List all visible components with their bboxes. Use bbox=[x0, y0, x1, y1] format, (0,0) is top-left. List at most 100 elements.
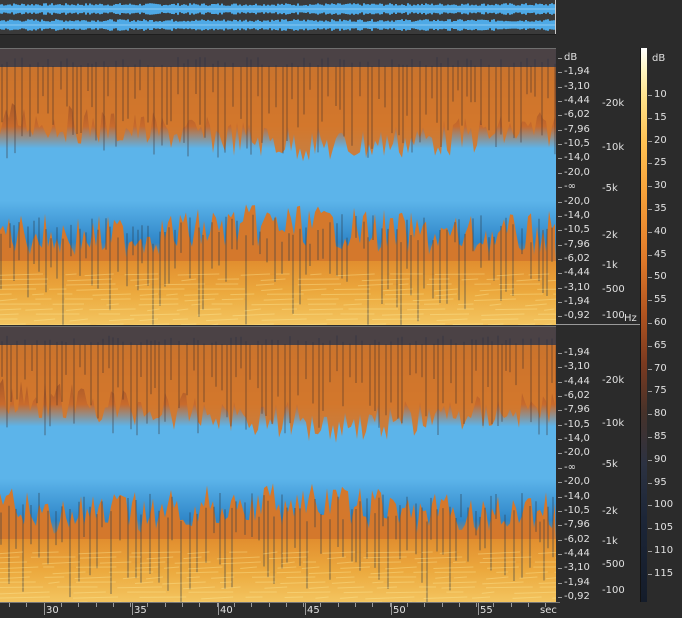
tick-mark bbox=[648, 95, 652, 96]
time-minor-tick bbox=[112, 603, 114, 607]
time-minor-tick bbox=[9, 603, 10, 607]
tick-mark bbox=[558, 172, 562, 174]
tick-mark bbox=[648, 163, 652, 165]
db-tick-label: -1,94 bbox=[564, 347, 590, 358]
tick-mark bbox=[558, 525, 562, 527]
time-minor-tick bbox=[458, 603, 460, 607]
color-scale-ruler: dB 10 15 20 25 30 35 40 45 50 55 60 65 70 75 80 85 90 95 10… bbox=[648, 48, 682, 602]
db-tick-label: -10,5 bbox=[564, 418, 590, 430]
db-tick-label: -20,0 bbox=[564, 476, 590, 488]
time-tick-label: 40 bbox=[220, 605, 233, 616]
tick-mark bbox=[558, 482, 562, 484]
tick-mark bbox=[648, 323, 652, 324]
time-ruler[interactable]: 30 35 40 45 50 55 sec bbox=[0, 602, 560, 618]
tick-mark bbox=[558, 582, 562, 584]
color-scale-tick-label: 75 bbox=[654, 385, 667, 397]
tick-mark bbox=[558, 496, 562, 498]
db-tick-label: -20,0 bbox=[564, 195, 590, 207]
color-scale-tick-label: 115 bbox=[654, 567, 674, 579]
color-scale-tick-label: 110 bbox=[654, 545, 674, 556]
db-tick-label: -4,44 bbox=[564, 267, 590, 279]
tick-mark bbox=[648, 231, 652, 233]
time-minor-tick bbox=[372, 603, 374, 607]
db-tick-label: -7,96 bbox=[564, 519, 590, 531]
frequency-tick-label: -1k bbox=[602, 260, 618, 271]
time-minor-tick bbox=[78, 603, 80, 607]
db-tick-label: -14,0 bbox=[564, 209, 590, 221]
tick-mark bbox=[558, 596, 562, 598]
time-minor-tick bbox=[199, 603, 201, 607]
tick-mark bbox=[558, 86, 562, 88]
color-scale-tick-label: 10 bbox=[654, 89, 667, 100]
color-scale-tick-label: 20 bbox=[654, 134, 667, 146]
time-minor-tick bbox=[95, 603, 97, 607]
time-minor-tick bbox=[441, 603, 443, 607]
db-tick-label: -0,92 bbox=[564, 310, 590, 322]
time-major-tick bbox=[305, 603, 306, 615]
overview-waveform[interactable] bbox=[0, 0, 556, 35]
time-tick-label: 55 bbox=[480, 605, 493, 616]
frequency-unit-label: Hz bbox=[624, 313, 637, 324]
amplitude-ruler-channel-1: dB -1,94 -3,10 -4,44 -6,02 -7,96 -10,5 -14,0 -20… bbox=[558, 48, 642, 324]
db-tick-label: -3,10 bbox=[564, 281, 590, 293]
time-minor-tick bbox=[355, 603, 356, 607]
db-tick-label: -3,10 bbox=[564, 80, 590, 92]
color-scale-tick-label: 35 bbox=[654, 203, 667, 214]
time-minor-tick bbox=[233, 603, 235, 607]
db-tick-label: -6,02 bbox=[564, 533, 590, 545]
tick-mark bbox=[558, 72, 562, 74]
db-tick-label: -14,0 bbox=[564, 152, 590, 164]
color-scale-tick-label: 60 bbox=[654, 317, 667, 328]
spectrogram-channel-2[interactable] bbox=[0, 326, 556, 603]
tick-mark bbox=[648, 140, 652, 142]
db-tick-label: -1,94 bbox=[564, 66, 590, 78]
frequency-tick-label: -5k bbox=[602, 459, 618, 470]
tick-mark bbox=[558, 367, 562, 369]
time-tick-label: 50 bbox=[393, 605, 406, 616]
time-tick-label: 35 bbox=[134, 605, 147, 616]
spectrogram-graphic-1 bbox=[0, 49, 556, 325]
color-scale-tick-label: 85 bbox=[654, 431, 667, 442]
color-scale-bar bbox=[640, 48, 647, 602]
db-tick-label: -20,0 bbox=[564, 447, 590, 459]
tick-mark bbox=[648, 300, 652, 302]
tick-mark bbox=[558, 258, 562, 260]
overview-waveform-graphic bbox=[0, 0, 556, 34]
time-minor-tick bbox=[130, 603, 132, 607]
tick-mark bbox=[558, 301, 562, 303]
tick-mark bbox=[558, 539, 562, 541]
db-tick-label: -6,02 bbox=[564, 109, 590, 121]
tick-mark bbox=[648, 391, 652, 393]
tick-mark bbox=[558, 187, 562, 189]
db-tick-label: -6,02 bbox=[564, 252, 590, 264]
time-minor-tick bbox=[303, 603, 305, 607]
db-tick-label: -7,96 bbox=[564, 404, 590, 416]
tick-mark bbox=[558, 410, 562, 412]
db-tick-label: -10,5 bbox=[564, 504, 590, 516]
time-minor-tick bbox=[528, 603, 529, 607]
tick-mark bbox=[648, 414, 652, 416]
db-tick-label: -7,96 bbox=[564, 238, 590, 250]
tick-mark bbox=[648, 345, 652, 347]
tick-mark bbox=[558, 439, 562, 441]
tick-mark bbox=[558, 424, 562, 426]
channel-separator bbox=[556, 324, 642, 325]
frequency-tick-label: -2k bbox=[602, 506, 618, 517]
tick-mark bbox=[558, 316, 562, 318]
spectrogram-channel-1[interactable] bbox=[0, 48, 556, 325]
tick-mark bbox=[558, 201, 562, 203]
time-minor-tick bbox=[60, 603, 62, 607]
tick-mark bbox=[558, 158, 562, 160]
time-minor-tick bbox=[251, 603, 253, 607]
db-tick-label: -3,10 bbox=[564, 361, 590, 373]
tick-mark bbox=[558, 244, 562, 246]
time-minor-tick bbox=[476, 603, 478, 607]
time-minor-tick bbox=[389, 603, 391, 607]
color-scale-tick-label: 105 bbox=[654, 522, 674, 534]
amplitude-ruler-channel-2: -1,94 -3,10 -4,44 -6,02 -7,96 -10,5 -14,0 -20,0… bbox=[558, 326, 642, 602]
db-tick-label: -4,44 bbox=[564, 375, 590, 387]
db-tick-label: -10,5 bbox=[564, 138, 590, 150]
db-tick-label: -0,92 bbox=[564, 590, 590, 602]
tick-mark bbox=[558, 101, 562, 103]
time-minor-tick bbox=[26, 603, 28, 607]
